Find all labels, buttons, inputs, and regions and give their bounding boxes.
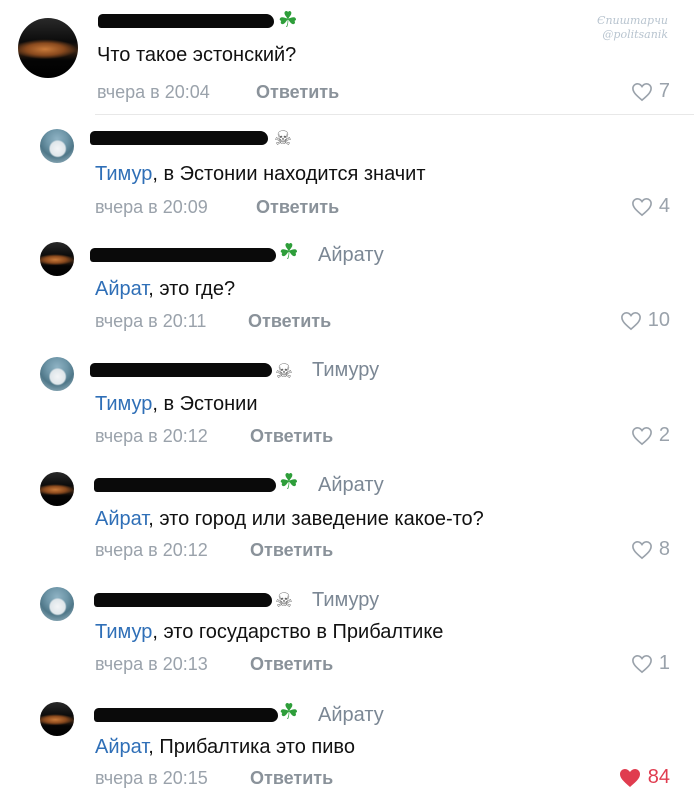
reply-button[interactable]: Ответить bbox=[256, 82, 339, 103]
comment-text: Тимур, в Эстонии находится значит bbox=[95, 163, 426, 186]
reply-button[interactable]: Ответить bbox=[250, 768, 333, 789]
redacted-author-name bbox=[94, 708, 278, 722]
like-button[interactable]: 7 bbox=[631, 80, 670, 103]
comment-timestamp: вчера в 20:12 bbox=[95, 540, 208, 560]
avatar[interactable] bbox=[18, 18, 78, 78]
avatar[interactable] bbox=[40, 357, 74, 391]
heart-outline-icon bbox=[631, 426, 652, 445]
mention-link[interactable]: Тимур bbox=[95, 163, 152, 185]
clover-icon: ☘ bbox=[279, 700, 299, 725]
reply-to-label[interactable]: Айрату bbox=[318, 474, 384, 497]
mention-link[interactable]: Айрат bbox=[95, 508, 148, 530]
heart-outline-icon bbox=[631, 540, 652, 559]
skull-icon: ☠ bbox=[275, 359, 293, 383]
avatar[interactable] bbox=[40, 702, 74, 736]
like-count: 10 bbox=[647, 309, 670, 331]
reply-to-label[interactable]: Айрату bbox=[318, 704, 384, 727]
comment-text: Тимур, в Эстонии bbox=[95, 393, 258, 416]
comment-reply: ☠ Тимуру Тимур, в Эстонии вчера в 20:12 … bbox=[0, 345, 694, 460]
like-button[interactable]: 10 bbox=[620, 309, 670, 332]
comment-text: Что такое эстонский? bbox=[97, 44, 297, 66]
comment-timestamp: вчера в 20:15 bbox=[95, 768, 208, 788]
reply-button[interactable]: Ответить bbox=[250, 654, 333, 675]
like-count: 1 bbox=[658, 652, 670, 674]
avatar[interactable] bbox=[40, 242, 74, 276]
comment-body: , это где? bbox=[148, 278, 236, 300]
comment-body: , это государство в Прибалтике bbox=[152, 621, 444, 643]
redacted-author-name bbox=[90, 248, 276, 262]
comment-text: Тимур, это государство в Прибалтике bbox=[95, 621, 443, 644]
comment-reply: ☘ Айрату Айрат, это где? вчера в 20:11 О… bbox=[0, 230, 694, 345]
like-count: 4 bbox=[658, 195, 670, 217]
redacted-author-name bbox=[94, 593, 272, 607]
clover-icon: ☘ bbox=[279, 470, 299, 495]
redacted-author-name bbox=[94, 478, 276, 492]
comment-reply: ☠ Тимуру Тимур, это государство в Прибал… bbox=[0, 575, 694, 690]
like-button[interactable]: 8 bbox=[631, 538, 670, 561]
redacted-author-name bbox=[90, 363, 272, 377]
heart-outline-icon bbox=[620, 311, 641, 330]
mention-link[interactable]: Тимур bbox=[95, 393, 152, 415]
comment-body: , в Эстонии bbox=[152, 393, 258, 415]
comment-body: , это город или заведение какое-то? bbox=[148, 508, 484, 530]
comment-reply: ☘ Айрату Айрат, это город или заведение … bbox=[0, 460, 694, 575]
reply-to-label[interactable]: Айрату bbox=[318, 244, 384, 267]
like-count: 84 bbox=[647, 766, 670, 788]
reply-to-label[interactable]: Тимуру bbox=[312, 589, 379, 612]
reply-button[interactable]: Ответить bbox=[250, 426, 333, 447]
like-button[interactable]: 84 bbox=[618, 766, 670, 789]
comment-timestamp: вчера в 20:09 bbox=[95, 197, 208, 217]
reply-button[interactable]: Ответить bbox=[248, 311, 331, 332]
comment-timestamp: вчера в 20:12 bbox=[95, 426, 208, 446]
mention-link[interactable]: Айрат bbox=[95, 736, 148, 758]
comment-text: Айрат, это где? bbox=[95, 278, 235, 301]
comment-timestamp: вчера в 20:11 bbox=[95, 311, 207, 331]
comment-reply: ☠ Тимур, в Эстонии находится значит вчер… bbox=[0, 115, 694, 230]
clover-icon: ☘ bbox=[279, 240, 299, 265]
heart-outline-icon bbox=[631, 82, 652, 101]
skull-icon: ☠ bbox=[274, 126, 292, 150]
reply-button[interactable]: Ответить bbox=[250, 540, 333, 561]
comment-body: , Прибалтика это пиво bbox=[148, 736, 355, 758]
like-button[interactable]: 1 bbox=[631, 652, 670, 675]
clover-icon: ☘ bbox=[278, 8, 298, 33]
avatar[interactable] bbox=[40, 587, 74, 621]
comment-text: Айрат, это город или заведение какое-то? bbox=[95, 508, 484, 531]
skull-icon: ☠ bbox=[275, 588, 293, 612]
reply-to-label[interactable]: Тимуру bbox=[312, 359, 379, 382]
redacted-author-name bbox=[98, 14, 274, 28]
comment-text: Айрат, Прибалтика это пиво bbox=[95, 736, 355, 759]
comment-timestamp: вчера в 20:13 bbox=[95, 654, 208, 674]
heart-outline-icon bbox=[631, 654, 652, 673]
avatar[interactable] bbox=[40, 129, 74, 163]
redacted-author-name bbox=[90, 131, 268, 145]
comment-timestamp: вчера в 20:04 bbox=[97, 82, 210, 102]
like-button[interactable]: 4 bbox=[631, 195, 670, 218]
avatar[interactable] bbox=[40, 472, 74, 506]
like-count: 7 bbox=[658, 80, 670, 102]
comment-reply: ☘ Айрату Айрат, Прибалтика это пиво вчер… bbox=[0, 690, 694, 800]
mention-link[interactable]: Тимур bbox=[95, 621, 152, 643]
heart-filled-icon bbox=[619, 768, 640, 787]
comment-body: , в Эстонии находится значит bbox=[152, 163, 426, 185]
heart-outline-icon bbox=[631, 197, 652, 216]
comment-main: ☘ Что такое эстонский? вчера в 20:04 Отв… bbox=[0, 0, 694, 114]
like-button[interactable]: 2 bbox=[631, 424, 670, 447]
mention-link[interactable]: Айрат bbox=[95, 278, 148, 300]
like-count: 2 bbox=[658, 424, 670, 446]
like-count: 8 bbox=[658, 538, 670, 560]
reply-button[interactable]: Ответить bbox=[256, 197, 339, 218]
